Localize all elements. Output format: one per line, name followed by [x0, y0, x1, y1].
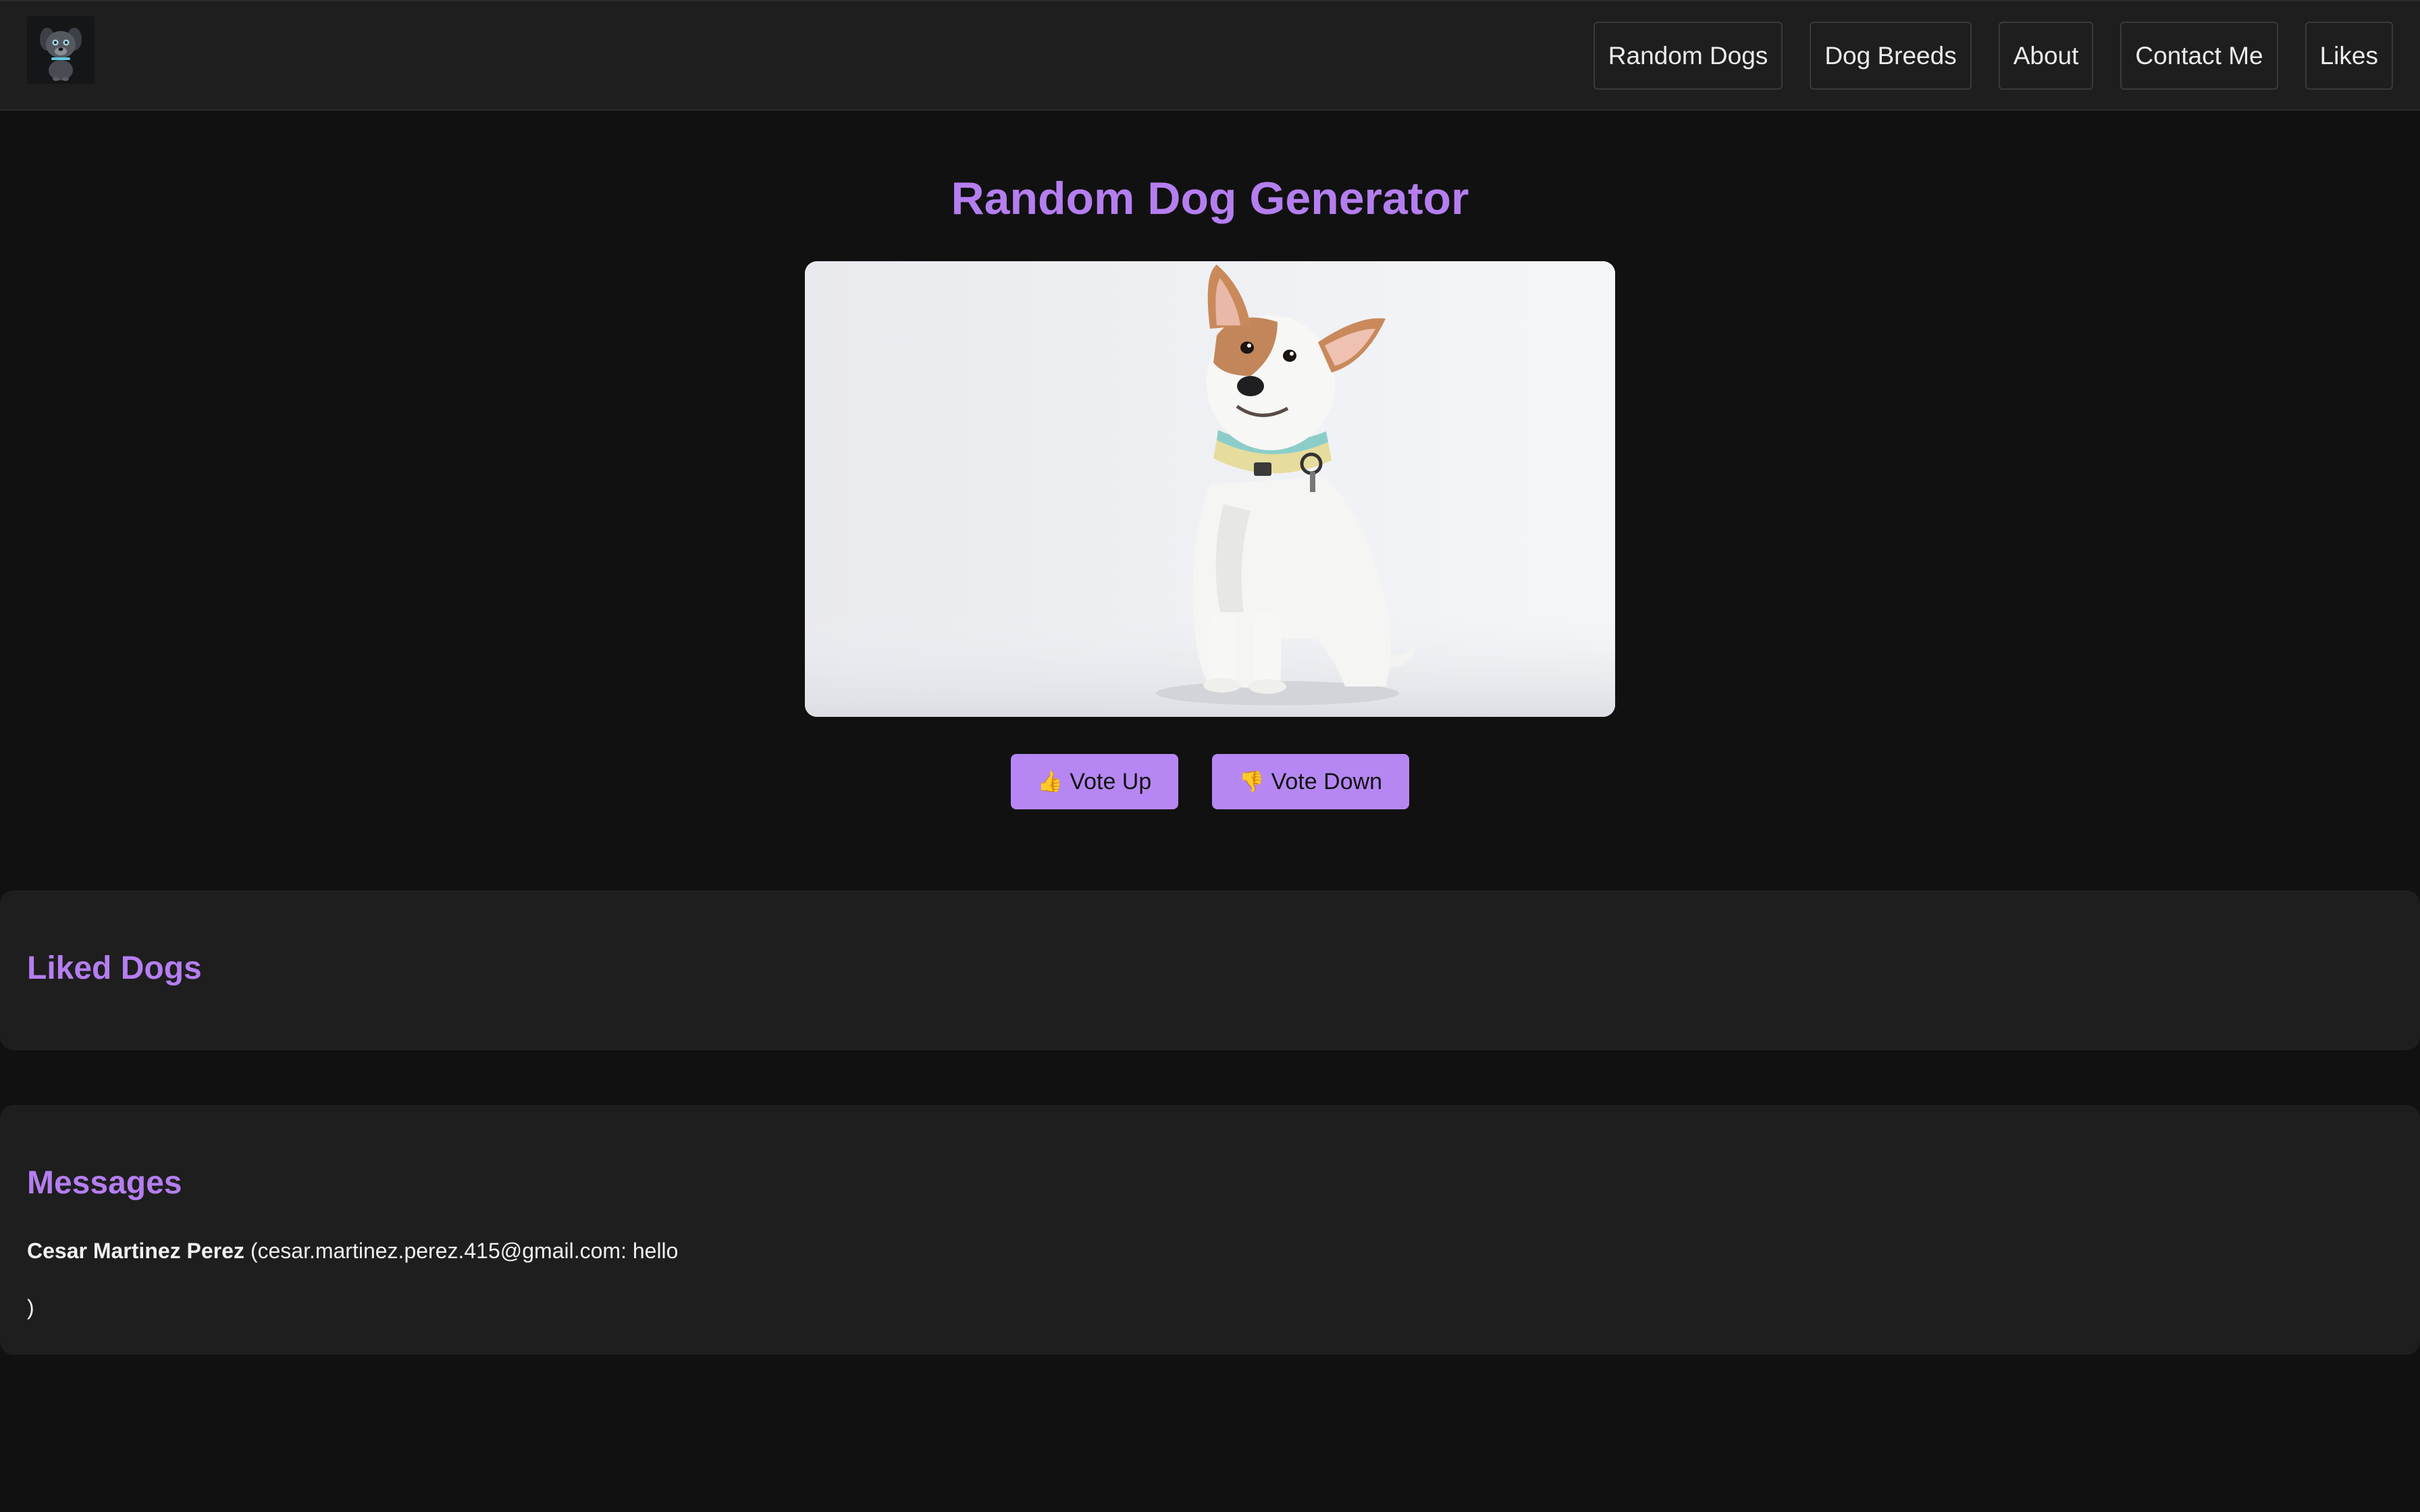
nav-likes[interactable]: Likes	[2305, 22, 2393, 90]
message-detail: (cesar.martinez.perez.415@gmail.com: hel…	[250, 1239, 679, 1263]
messages-panel: Messages Cesar Martinez Perez (cesar.mar…	[0, 1105, 2420, 1355]
message-item: Cesar Martinez Perez (cesar.martinez.per…	[27, 1239, 678, 1264]
messages-heading: Messages	[27, 1165, 182, 1201]
vote-up-label: Vote Up	[1070, 768, 1152, 794]
vote-row: 👍 Vote Up 👎 Vote Down	[0, 754, 2420, 809]
nav-random-dogs[interactable]: Random Dogs	[1593, 22, 1783, 90]
navbar: Random Dogs Dog Breeds About Contact Me …	[0, 0, 2420, 111]
message-tail: )	[27, 1295, 34, 1320]
liked-dogs-panel: Liked Dogs	[0, 890, 2420, 1050]
nav-about[interactable]: About	[1998, 22, 2094, 90]
nav-links: Random Dogs Dog Breeds About Contact Me …	[1593, 22, 2393, 90]
nav-dog-breeds[interactable]: Dog Breeds	[1810, 22, 1972, 90]
random-dog-image	[805, 261, 1615, 717]
vote-up-button[interactable]: 👍 Vote Up	[1010, 754, 1179, 809]
dog-logo-icon[interactable]	[27, 16, 95, 84]
page-title: Random Dog Generator	[951, 173, 1469, 224]
nav-contact-me[interactable]: Contact Me	[2120, 22, 2278, 90]
vote-down-button[interactable]: 👎 Vote Down	[1212, 754, 1410, 809]
thumbs-up-icon: 👍	[1037, 770, 1063, 793]
vote-down-label: Vote Down	[1271, 768, 1383, 794]
liked-dogs-heading: Liked Dogs	[27, 950, 202, 986]
thumbs-down-icon: 👎	[1239, 770, 1265, 793]
message-sender: Cesar Martinez Perez	[27, 1239, 244, 1263]
